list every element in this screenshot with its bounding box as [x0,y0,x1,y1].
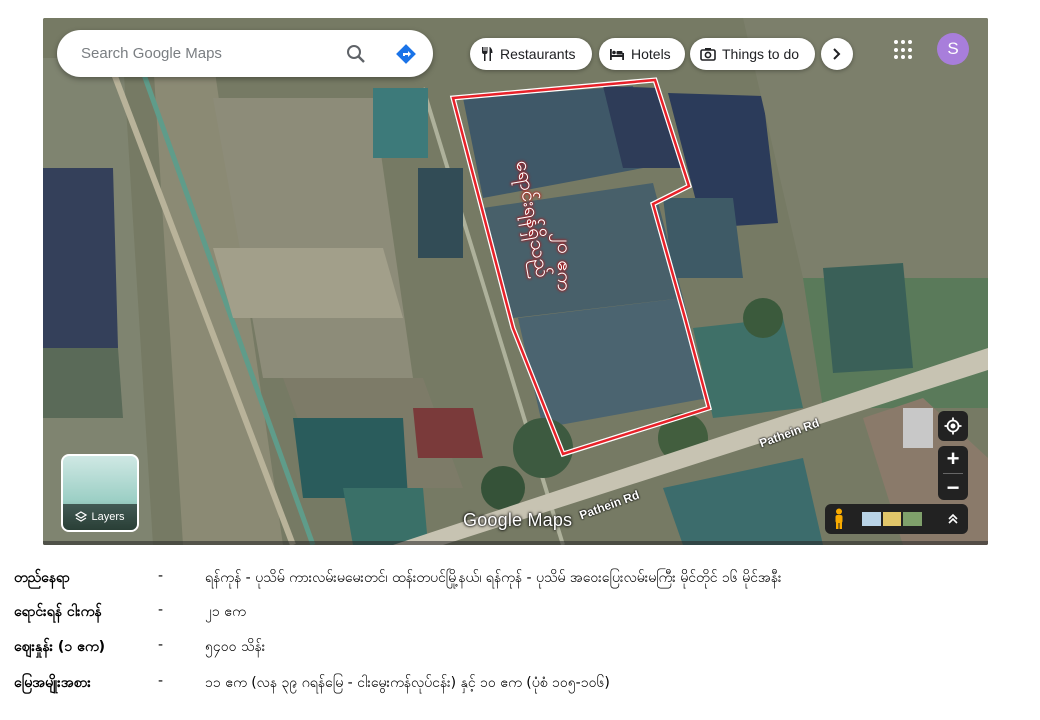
apps-grid-icon[interactable] [894,40,914,60]
layers-icon [75,511,88,522]
info-value: ၁၁ ဧက (လန ၃၉ ဂရန်မြေ - ငါးမွေးကန်လုပ်ငန်… [205,675,610,691]
info-dash: - [158,673,164,689]
info-value: ၅၄၀၀ သိန်း [205,639,266,655]
map-bottom-toolbar [825,504,968,534]
info-key: ဈေးနှုန်း (၁ ဧက) [14,639,106,655]
info-dash: - [158,568,164,584]
chip-hotels-label: Hotels [631,46,671,62]
directions-icon[interactable] [394,42,418,66]
camera-icon [700,48,716,61]
imagery-thumbnails[interactable] [862,512,923,526]
satellite-imagery [43,18,988,545]
layers-label: Layers [91,511,125,523]
chevron-right-icon [833,48,841,60]
layers-button[interactable]: Layers [61,454,139,532]
google-maps-logo: Google Maps [463,510,573,530]
info-key: မြေအမျိုးအစား [14,675,91,691]
chip-things-to-do[interactable]: Things to do [690,38,815,70]
search-box[interactable] [57,30,433,77]
pegman-icon[interactable] [833,508,845,530]
chip-restaurants[interactable]: Restaurants [470,38,592,70]
search-icon[interactable] [344,42,368,66]
search-input[interactable] [79,44,333,63]
chip-restaurants-label: Restaurants [500,46,576,62]
chips-next-button[interactable] [821,38,853,70]
info-key: ရောင်းရန် ငါးကန် [14,604,102,620]
info-dash: - [158,637,164,653]
zoom-out-button[interactable]: − [947,476,960,499]
info-value: ၂၁ ဧက [205,604,246,620]
satellite-map[interactable]: ၂၀ ဧက ရောင်းရန်ရှိသည် Pathein Rd Pathein… [43,18,988,545]
location-target-icon [944,417,962,435]
info-key: တည်နေရာ [14,570,70,586]
chip-things-to-do-label: Things to do [722,46,800,62]
attribution-bar [43,541,988,545]
info-value: ရန်ကုန် - ပုသိမ် ကားလမ်းမမေးတင်၊ ထန်းတပင… [205,570,782,586]
bed-icon [610,49,624,60]
chip-hotels[interactable]: Hotels [599,38,685,70]
account-avatar[interactable]: S [937,33,969,65]
my-location-button[interactable] [938,411,968,441]
fork-knife-icon [482,47,493,61]
zoom-in-button[interactable]: + [947,447,960,470]
zoom-control: + − [938,446,968,500]
info-dash: - [158,602,164,618]
expand-up-icon[interactable] [947,513,959,525]
